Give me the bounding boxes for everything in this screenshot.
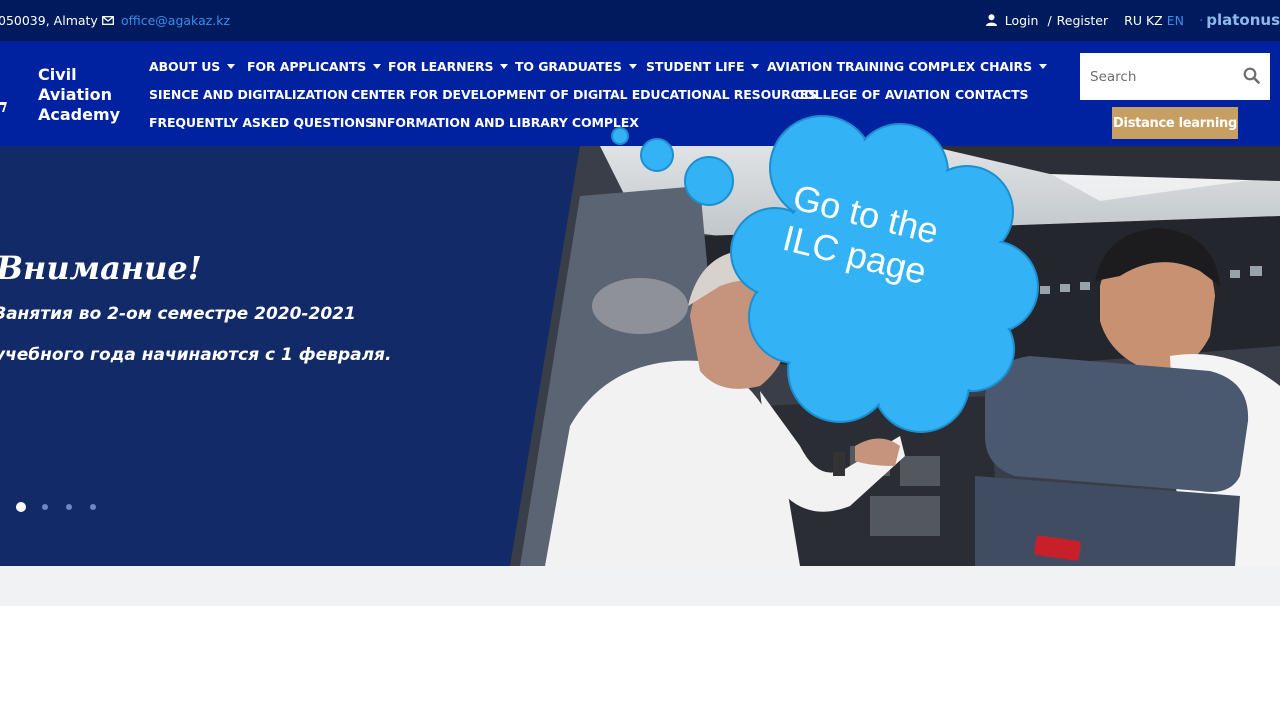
nav-to-graduates[interactable]: TO GRADUATES — [515, 59, 637, 74]
envelope-icon — [102, 16, 114, 25]
nav-label: STUDENT LIFE — [646, 59, 745, 74]
logo-line-3: Academy — [38, 105, 121, 124]
nav-label: CONTACTS — [955, 87, 1029, 102]
content-strip — [0, 566, 1280, 606]
distance-learning-button[interactable]: Distance learning — [1112, 107, 1238, 139]
address-text: 050039, Almaty — [0, 13, 98, 28]
search-icon[interactable] — [1243, 67, 1260, 84]
slider-dot-3[interactable] — [64, 502, 74, 512]
platonus-logo-icon — [1200, 19, 1203, 21]
nav-digital-edu-resources[interactable]: CENTER FOR DEVELOPMENT OF DIGITAL EDUCAT… — [351, 87, 817, 102]
nav-contacts[interactable]: CONTACTS — [955, 87, 1029, 102]
nav-label: INFORMATION AND LIBRARY COMPLEX — [372, 115, 639, 130]
login-link[interactable]: Login — [1005, 13, 1039, 28]
platonus-link[interactable]: platonus — [1200, 11, 1280, 29]
nav-label: FREQUENTLY ASKED QUESTIONS — [149, 115, 375, 130]
thought-cloud-annotation — [611, 115, 1039, 433]
caret-down-icon — [628, 64, 637, 69]
hero-text-line-2: учебного года начинаются с 1 февраля. — [0, 345, 392, 365]
nav-label: COLLEGE OF AVIATION — [795, 87, 951, 102]
lang-en[interactable]: EN — [1167, 13, 1184, 28]
nav-information-library-complex[interactable]: INFORMATION AND LIBRARY COMPLEX — [372, 115, 639, 130]
nav-label: AVIATION TRAINING COMPLEX — [767, 59, 976, 74]
hero-text-line-1: Занятия во 2-ом семестре 2020-2021 — [0, 304, 356, 324]
academy-logo-text[interactable]: Civil Aviation Academy — [38, 65, 120, 125]
nav-label: CENTER FOR DEVELOPMENT OF DIGITAL EDUCAT… — [351, 87, 818, 102]
top-right-group: Login / Register RU KZ EN platonus — [985, 10, 1280, 30]
nav-label: CHAIRS — [980, 59, 1032, 74]
caret-down-icon — [500, 64, 509, 69]
nav-student-life[interactable]: STUDENT LIFE — [646, 59, 760, 74]
nav-label: ABOUT US — [149, 59, 221, 74]
nav-chairs[interactable]: CHAIRS — [980, 59, 1047, 74]
search-input[interactable] — [1080, 53, 1230, 100]
user-icon — [985, 14, 997, 26]
lang-kz[interactable]: KZ — [1146, 13, 1163, 28]
logo-line-2: Aviation — [38, 85, 113, 104]
nav-about-us[interactable]: ABOUT US — [149, 59, 236, 74]
nav-label: TO GRADUATES — [515, 59, 622, 74]
caret-down-icon — [227, 64, 236, 69]
nav-aviation-training-complex[interactable]: AVIATION TRAINING COMPLEX — [767, 59, 975, 74]
slider-dot-4[interactable] — [88, 502, 98, 512]
separator-slash: / — [1047, 12, 1052, 28]
nav-label: FOR APPLICANTS — [247, 59, 367, 74]
search-box — [1080, 53, 1270, 100]
academy-logo-icon[interactable] — [0, 99, 8, 115]
nav-science-digitalization[interactable]: SIENCE AND DIGITALIZATION — [149, 87, 348, 102]
slider-dot-1[interactable] — [16, 502, 26, 512]
nav-label: SIENCE AND DIGITALIZATION — [149, 87, 348, 102]
logo-line-1: Civil — [38, 65, 77, 84]
email-text: office@agakaz.kz — [121, 13, 231, 28]
caret-down-icon — [751, 64, 760, 69]
nav-faq[interactable]: FREQUENTLY ASKED QUESTIONS — [149, 115, 374, 130]
slider-dots — [16, 502, 98, 512]
nav-label: FOR LEARNERS — [388, 59, 494, 74]
hero-title: Внимание! — [0, 249, 202, 287]
register-link[interactable]: Register — [1057, 13, 1108, 28]
email-link[interactable]: office@agakaz.kz — [102, 13, 230, 28]
top-bar: 050039, Almaty office@agakaz.kz Login / … — [0, 0, 1280, 41]
nav-college-of-aviation[interactable]: COLLEGE OF AVIATION — [795, 87, 950, 102]
nav-for-applicants[interactable]: FOR APPLICANTS — [247, 59, 382, 74]
nav-for-learners[interactable]: FOR LEARNERS — [388, 59, 509, 74]
caret-down-icon — [373, 64, 382, 69]
language-switcher: RU KZ EN — [1124, 13, 1184, 28]
caret-down-icon — [1039, 64, 1047, 69]
slider-dot-2[interactable] — [40, 502, 50, 512]
lang-ru[interactable]: RU — [1124, 13, 1142, 28]
platonus-text: platonus — [1206, 11, 1280, 29]
